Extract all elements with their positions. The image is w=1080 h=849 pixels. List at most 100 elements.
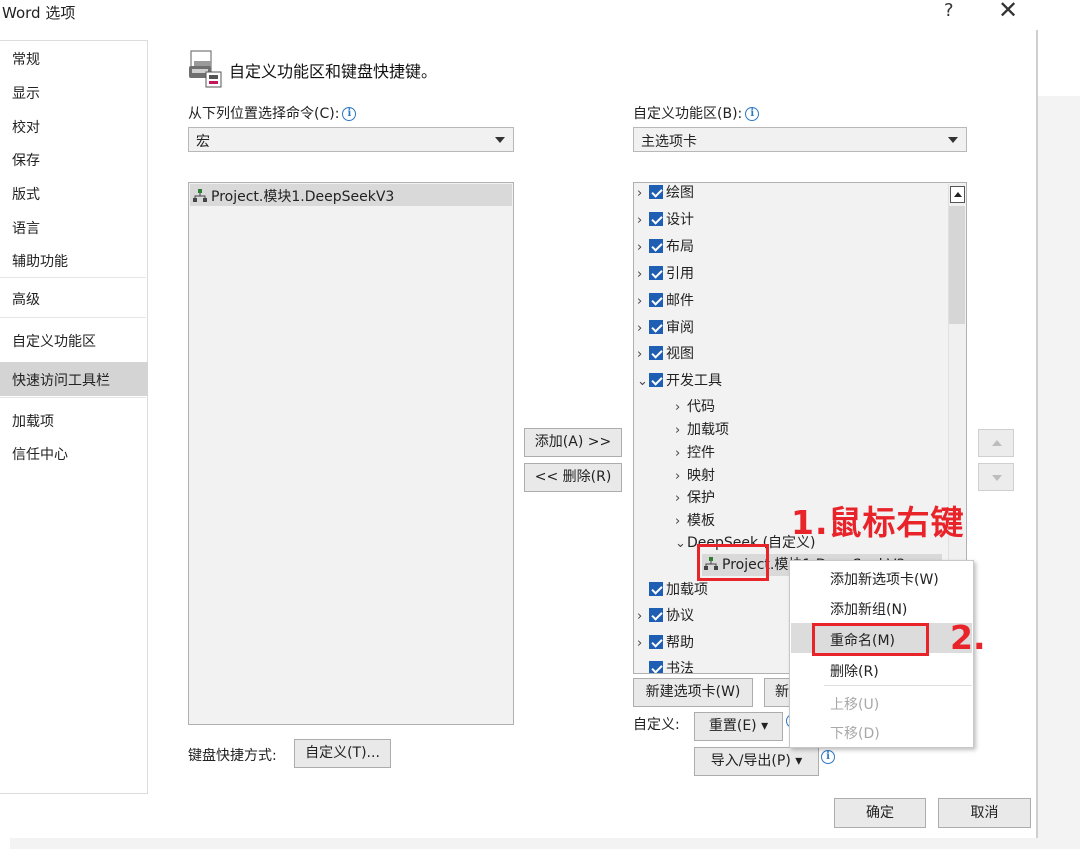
sidebar-item-display[interactable]: 显示 (12, 83, 40, 103)
chevron-down-icon[interactable]: ⌄ (675, 536, 687, 551)
tree-group-addins[interactable]: › 加载项 (675, 419, 729, 443)
tree-group-protect[interactable]: › 保护 (675, 487, 715, 511)
remove-button[interactable]: << 删除(R) (524, 463, 622, 492)
chevron-right-icon[interactable]: › (675, 469, 687, 484)
sidebar-item-quick-access-toolbar[interactable]: 快速访问工具栏 (12, 370, 110, 390)
checkbox[interactable] (649, 661, 663, 673)
tree-item-help[interactable]: › 帮助 (637, 632, 694, 656)
tree-group-mapping[interactable]: › 映射 (675, 465, 715, 489)
chevron-right-icon[interactable]: › (637, 321, 649, 336)
chevron-right-icon[interactable]: › (637, 186, 649, 201)
tree-item-design[interactable]: › 设计 (637, 209, 694, 233)
sidebar-item-language[interactable]: 语言 (12, 218, 40, 238)
tree-item-label: 引用 (666, 266, 694, 282)
new-tab-button[interactable]: 新建选项卡(W) (633, 678, 753, 707)
sidebar-item-accessibility[interactable]: 辅助功能 (12, 251, 68, 271)
tree-item-mailings[interactable]: › 邮件 (637, 290, 694, 314)
annotation-box-right-click (697, 544, 769, 581)
add-button[interactable]: 添加(A) >> (524, 428, 622, 457)
chevron-right-icon[interactable]: › (637, 240, 649, 255)
tree-group-controls[interactable]: › 控件 (675, 442, 715, 466)
checkbox[interactable] (649, 373, 663, 387)
customize-ribbon-label: 自定义功能区(B): i (633, 103, 760, 123)
chevron-right-icon[interactable]: › (637, 636, 649, 651)
help-button[interactable]: ? (944, 0, 954, 21)
info-icon[interactable]: i (745, 107, 760, 121)
sidebar-item-advanced[interactable]: 高级 (12, 289, 40, 309)
tree-group-templates[interactable]: › 模板 (675, 510, 715, 534)
tree-item-label: 设计 (666, 212, 694, 228)
checkbox[interactable] (649, 320, 663, 334)
tree-item-label: 模板 (687, 513, 715, 529)
sidebar-item-addins[interactable]: 加载项 (12, 411, 54, 431)
chevron-right-icon[interactable]: › (675, 423, 687, 438)
tree-item-draw[interactable]: › 绘图 (637, 183, 694, 206)
chevron-right-icon[interactable]: › (675, 400, 687, 415)
scroll-up-arrow-icon[interactable] (950, 186, 965, 203)
chevron-right-icon[interactable]: › (637, 213, 649, 228)
sidebar-item-customize-ribbon[interactable]: 自定义功能区 (12, 331, 96, 351)
checkbox[interactable] (649, 266, 663, 280)
sidebar-separator (0, 317, 146, 318)
chevron-right-icon[interactable]: › (637, 347, 649, 362)
tree-item-calligraphy[interactable]: 书法 (637, 658, 694, 673)
chevron-right-icon[interactable]: › (637, 267, 649, 282)
close-button[interactable]: ✕ (998, 0, 1018, 24)
list-item[interactable]: Project.模块1.DeepSeekV3 (193, 186, 394, 206)
sidebar-item-trust-center[interactable]: 信任中心 (12, 444, 68, 464)
tree-item-references[interactable]: › 引用 (637, 263, 694, 287)
info-icon[interactable]: i (342, 107, 357, 121)
tree-group-code[interactable]: › 代码 (675, 396, 715, 420)
choose-commands-label: 从下列位置选择命令(C): i (188, 103, 357, 123)
checkbox[interactable] (649, 239, 663, 253)
keyboard-customize-button[interactable]: 自定义(T)... (294, 739, 391, 768)
checkbox[interactable] (649, 293, 663, 307)
chevron-right-icon[interactable]: › (637, 294, 649, 309)
chevron-right-icon[interactable]: › (675, 491, 687, 506)
list-item-label: Project.模块1.DeepSeekV3 (211, 189, 395, 205)
tree-item-label: 布局 (666, 239, 694, 255)
sidebar-item-save[interactable]: 保存 (12, 150, 40, 170)
tree-item-protocol[interactable]: › 协议 (637, 605, 694, 629)
sidebar-item-layout[interactable]: 版式 (12, 184, 40, 204)
checkbox[interactable] (649, 635, 663, 649)
tree-item-label: 加载项 (666, 582, 708, 598)
menu-item-delete[interactable]: 删除(R) (830, 661, 879, 681)
checkbox[interactable] (649, 582, 663, 596)
tree-item-layout[interactable]: › 布局 (637, 236, 694, 260)
chevron-right-icon[interactable]: › (675, 514, 687, 529)
chevron-down-icon (948, 137, 958, 143)
chevron-right-icon[interactable]: › (675, 446, 687, 461)
sidebar-item-general[interactable]: 常规 (12, 49, 40, 69)
info-icon[interactable]: i (818, 749, 835, 765)
chevron-right-icon[interactable]: › (637, 609, 649, 624)
sidebar-item-proofing[interactable]: 校对 (12, 117, 40, 137)
tree-item-view[interactable]: › 视图 (637, 343, 694, 367)
customize-ribbon-icon (188, 50, 222, 88)
customize-ribbon-value: 主选项卡 (641, 134, 697, 150)
tree-item-developer[interactable]: ⌄ 开发工具 (637, 370, 722, 394)
import-export-button[interactable]: 导入/导出(P) ▾ (694, 747, 819, 776)
tree-item-label: 开发工具 (666, 373, 722, 389)
checkbox[interactable] (649, 185, 663, 199)
checkbox[interactable] (649, 212, 663, 226)
move-down-button[interactable] (978, 463, 1014, 491)
macro-icon (193, 189, 207, 202)
commands-list[interactable]: Project.模块1.DeepSeekV3 (188, 182, 514, 725)
chevron-down-icon[interactable]: ⌄ (637, 374, 649, 389)
choose-commands-dropdown[interactable]: 宏 (188, 127, 514, 152)
menu-item-add-new-tab[interactable]: 添加新选项卡(W) (830, 569, 939, 589)
menu-item-add-new-group[interactable]: 添加新组(N) (830, 599, 907, 619)
tree-item-label: 映射 (687, 468, 715, 484)
checkbox[interactable] (649, 608, 663, 622)
checkbox[interactable] (649, 346, 663, 360)
tree-item-label: 协议 (666, 608, 694, 624)
tree-item-review[interactable]: › 审阅 (637, 317, 694, 341)
cancel-button[interactable]: 取消 (938, 798, 1031, 828)
reset-button[interactable]: 重置(E) ▾ (694, 712, 783, 741)
dialog-title: Word 选项 (2, 4, 76, 22)
move-up-button[interactable] (978, 429, 1014, 457)
tree-item-addins-tab[interactable]: 加载项 (637, 579, 708, 603)
ok-button[interactable]: 确定 (834, 798, 926, 828)
customize-ribbon-dropdown[interactable]: 主选项卡 (633, 127, 967, 152)
